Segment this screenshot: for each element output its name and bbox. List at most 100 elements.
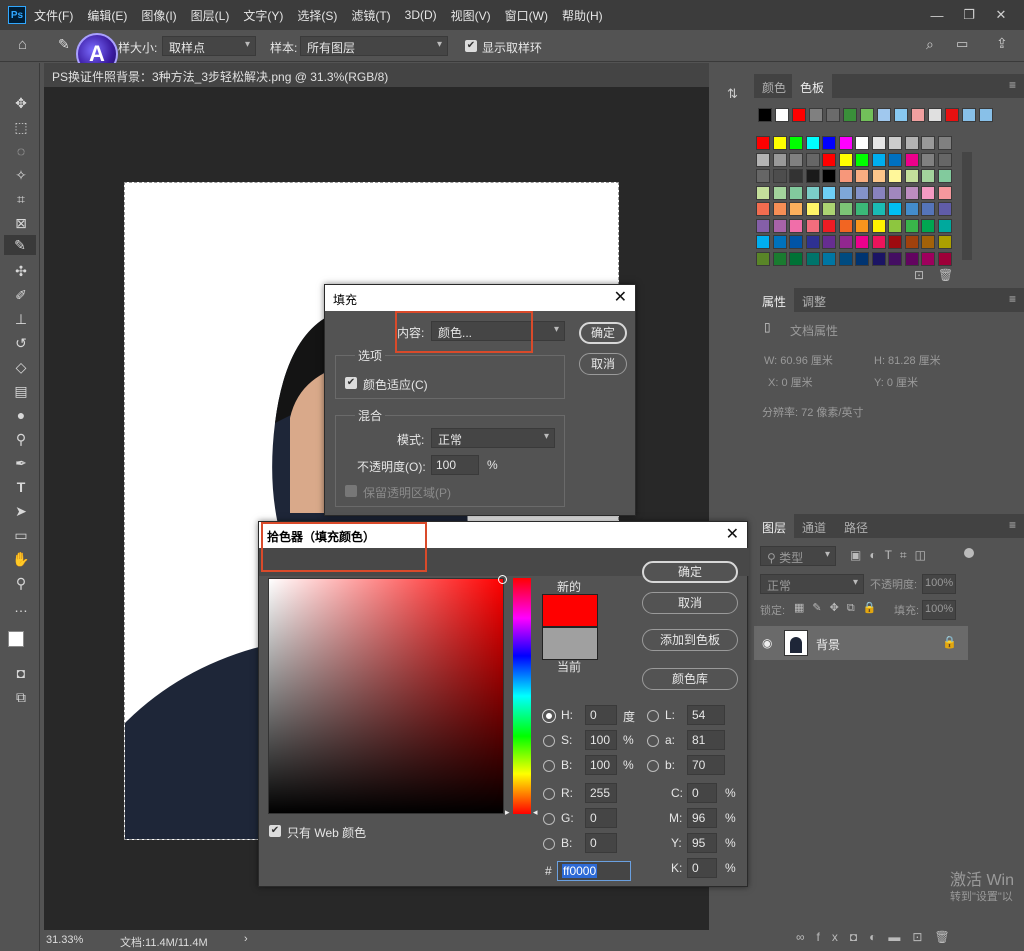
web-only-checkbox[interactable]: ✔ bbox=[269, 825, 281, 837]
swatch[interactable] bbox=[756, 202, 770, 216]
recent-swatch[interactable] bbox=[809, 108, 823, 122]
a-input[interactable]: 81 bbox=[687, 730, 725, 750]
add-to-swatches-button[interactable]: 添加到色板 bbox=[642, 629, 738, 651]
swatch[interactable] bbox=[904, 251, 919, 266]
preserve-checkbox[interactable] bbox=[345, 485, 357, 497]
menu-help[interactable]: 帮助(H) bbox=[562, 7, 603, 24]
swatch[interactable] bbox=[904, 235, 919, 249]
lab-b-input[interactable]: 70 bbox=[687, 755, 725, 775]
swatch[interactable] bbox=[888, 202, 902, 216]
eraser-tool-icon[interactable]: ◇ bbox=[10, 357, 32, 377]
history-panel-icon[interactable]: ⇅ bbox=[727, 86, 738, 102]
swatch[interactable] bbox=[871, 169, 886, 183]
type-tool-icon[interactable]: T bbox=[10, 477, 32, 497]
color-adapt-checkbox[interactable]: ✔ bbox=[345, 377, 357, 389]
search-icon[interactable]: ⌕ bbox=[926, 36, 934, 53]
close-icon[interactable]: ✕ bbox=[614, 287, 627, 307]
y-input[interactable]: 95 bbox=[687, 833, 717, 853]
pen-tool-icon[interactable]: ✒ bbox=[10, 453, 32, 473]
swatch[interactable] bbox=[921, 136, 935, 150]
minimize-icon[interactable]: — bbox=[922, 0, 952, 30]
recent-swatch[interactable] bbox=[979, 108, 993, 122]
menu-3d[interactable]: 3D(D) bbox=[405, 8, 437, 22]
swatch[interactable] bbox=[855, 218, 869, 233]
brightness-input[interactable]: 100 bbox=[585, 755, 617, 775]
swatch[interactable] bbox=[772, 202, 787, 216]
swatch[interactable] bbox=[789, 218, 803, 233]
swatch[interactable] bbox=[805, 218, 820, 233]
color-libraries-button[interactable]: 颜色库 bbox=[642, 668, 738, 690]
k-input[interactable]: 0 bbox=[687, 858, 717, 878]
tab-swatches[interactable]: 色板 bbox=[792, 74, 833, 98]
sample-select[interactable]: 所有图层 ▾ bbox=[300, 36, 448, 56]
recent-swatch[interactable] bbox=[792, 108, 806, 122]
swatch[interactable] bbox=[904, 202, 919, 216]
swatch[interactable] bbox=[789, 202, 803, 216]
c-input[interactable]: 0 bbox=[687, 783, 717, 803]
swatch[interactable] bbox=[756, 235, 770, 249]
frame-tool-icon[interactable]: ⊠ bbox=[10, 213, 32, 233]
swatch[interactable] bbox=[855, 202, 869, 216]
swatch[interactable] bbox=[838, 218, 853, 233]
panel-menu-icon[interactable]: ≡ bbox=[1009, 78, 1016, 92]
tab-properties[interactable]: 属性 bbox=[754, 288, 795, 312]
hue-slider[interactable] bbox=[513, 578, 531, 814]
swatch[interactable] bbox=[921, 185, 935, 200]
eye-icon[interactable]: ◉ bbox=[762, 636, 772, 650]
fill-ok-button[interactable]: 确定 bbox=[579, 322, 627, 344]
swatch[interactable] bbox=[822, 136, 836, 150]
stamp-tool-icon[interactable]: ⊥ bbox=[10, 309, 32, 329]
chevron-right-icon[interactable]: › bbox=[244, 933, 248, 945]
recent-swatch[interactable] bbox=[962, 108, 976, 122]
swatch[interactable] bbox=[871, 185, 886, 200]
radio-s[interactable] bbox=[543, 735, 555, 747]
layer-name[interactable]: 背景 bbox=[816, 636, 840, 653]
swatch[interactable] bbox=[838, 202, 853, 216]
swatch[interactable] bbox=[921, 251, 935, 266]
picker-cancel-button[interactable]: 取消 bbox=[642, 592, 738, 614]
foreground-color-icon[interactable] bbox=[8, 631, 24, 647]
blur-tool-icon[interactable]: ● bbox=[10, 405, 32, 425]
swatch[interactable] bbox=[756, 136, 770, 150]
magic-wand-tool-icon[interactable]: ✧ bbox=[10, 165, 32, 185]
tab-paths[interactable]: 路径 bbox=[836, 514, 876, 538]
g-input[interactable]: 0 bbox=[585, 808, 617, 828]
workspace-icon[interactable]: ▭ bbox=[956, 36, 968, 52]
swatch[interactable] bbox=[871, 218, 886, 233]
radio-l[interactable] bbox=[647, 710, 659, 722]
swatch[interactable] bbox=[937, 152, 952, 167]
swatch[interactable] bbox=[888, 251, 902, 266]
recent-swatch[interactable] bbox=[911, 108, 925, 122]
recent-swatch[interactable] bbox=[928, 108, 942, 122]
swatch[interactable] bbox=[871, 235, 886, 249]
recent-swatch[interactable] bbox=[894, 108, 908, 122]
swatch[interactable] bbox=[789, 235, 803, 249]
swatch[interactable] bbox=[904, 169, 919, 183]
rectangle-tool-icon[interactable]: ▭ bbox=[10, 525, 32, 545]
recent-swatch[interactable] bbox=[945, 108, 959, 122]
swatch[interactable] bbox=[822, 185, 836, 200]
swatch[interactable] bbox=[772, 251, 787, 266]
crop-tool-icon[interactable]: ⌗ bbox=[10, 189, 32, 209]
healing-tool-icon[interactable]: ✣ bbox=[10, 261, 32, 281]
swatch[interactable] bbox=[921, 169, 935, 183]
delete-swatch-icon[interactable]: 🗑 bbox=[938, 268, 953, 282]
m-input[interactable]: 96 bbox=[687, 808, 717, 828]
radio-b-hsb[interactable] bbox=[543, 760, 555, 772]
radio-b-rgb[interactable] bbox=[543, 838, 555, 850]
r-input[interactable]: 255 bbox=[585, 783, 617, 803]
h-input[interactable]: 0 bbox=[585, 705, 617, 725]
menu-file[interactable]: 文件(F) bbox=[34, 7, 73, 24]
restore-icon[interactable]: ❐ bbox=[954, 0, 984, 30]
swatch[interactable] bbox=[921, 202, 935, 216]
swatch[interactable] bbox=[937, 202, 952, 216]
radio-a[interactable] bbox=[647, 735, 659, 747]
hue-slider-right-arrow-icon[interactable]: ◂ bbox=[533, 807, 538, 818]
swatch[interactable] bbox=[904, 185, 919, 200]
recent-swatch[interactable] bbox=[860, 108, 874, 122]
menu-window[interactable]: 窗口(W) bbox=[505, 7, 548, 24]
swatch[interactable] bbox=[937, 136, 952, 150]
layer-filter-select[interactable]: ⚲ 类型 ▾ bbox=[760, 546, 836, 566]
sample-size-select[interactable]: 取样点 ▾ bbox=[162, 36, 256, 56]
recent-swatch[interactable] bbox=[758, 108, 772, 122]
